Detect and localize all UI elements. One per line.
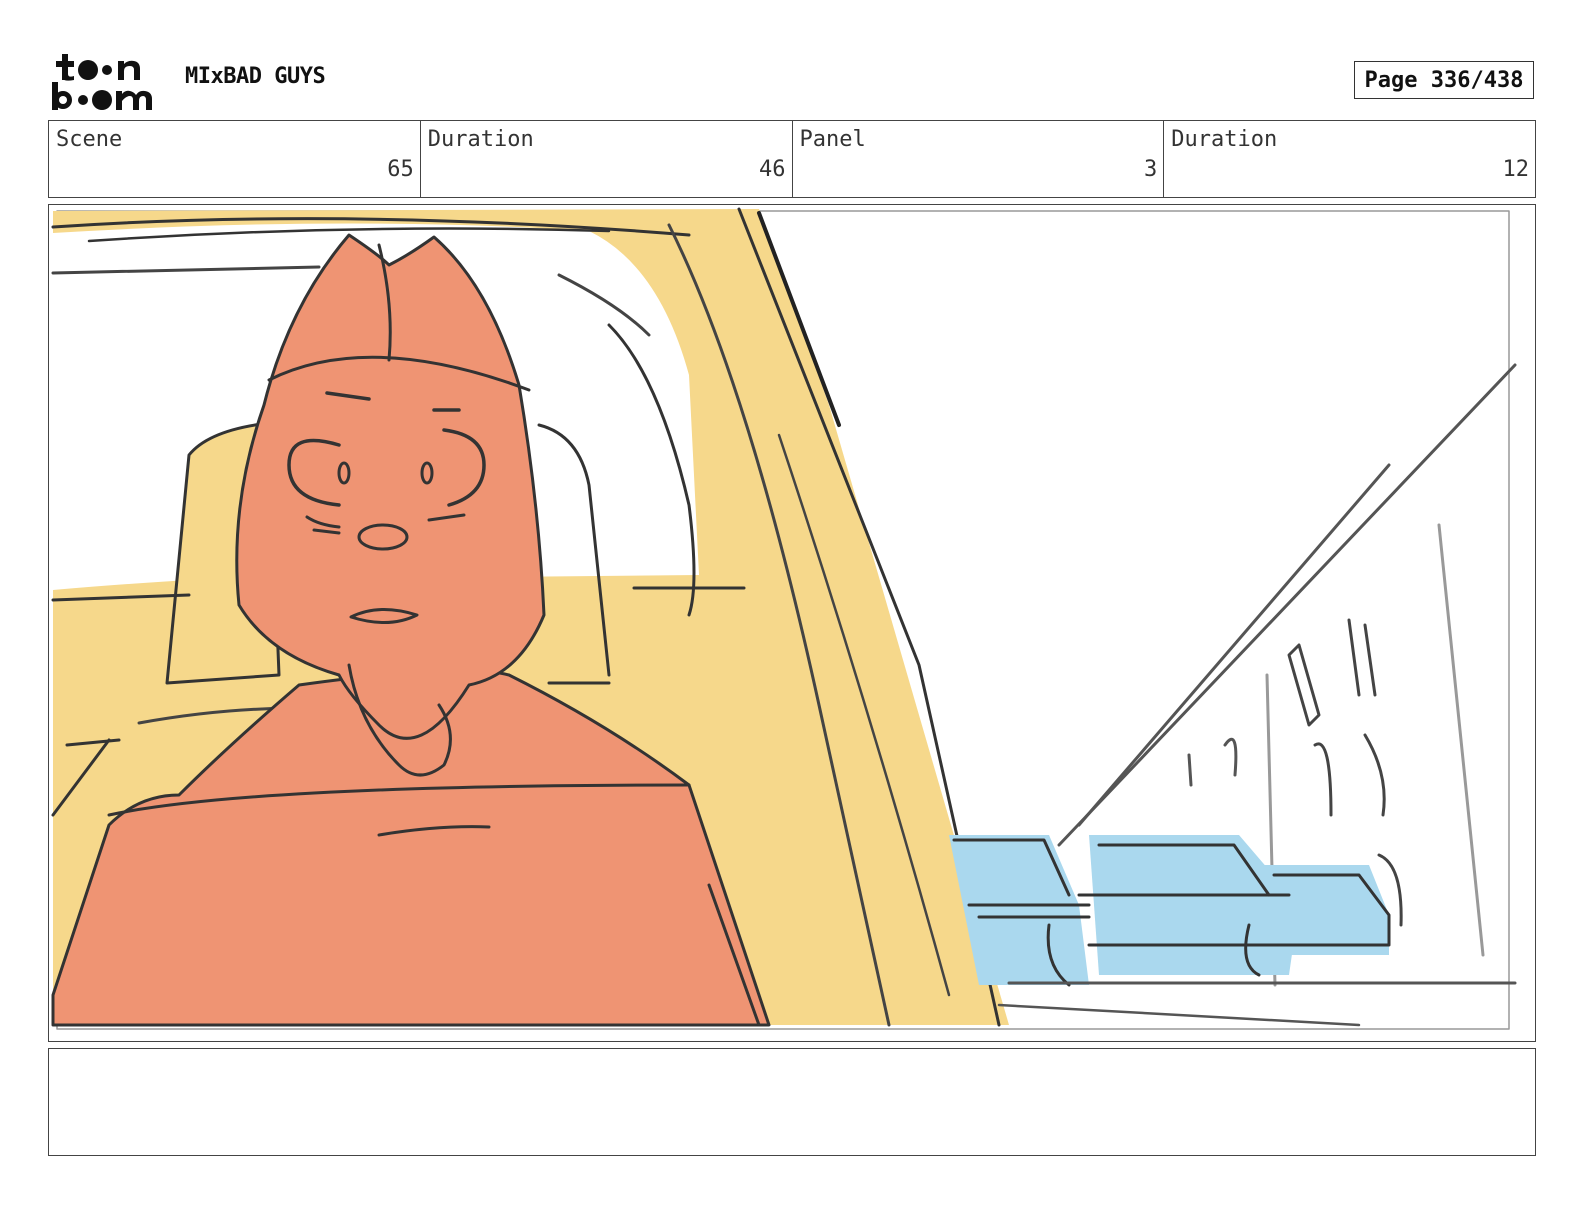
panel-notes-box: [48, 1048, 1536, 1156]
car-fill-3: [1259, 865, 1389, 955]
scene-duration-value: 46: [759, 157, 786, 182]
panel-value: 3: [1144, 157, 1158, 182]
car-fill-2: [1089, 835, 1299, 975]
scene-value: 65: [387, 157, 414, 182]
toon-boom-logo: [52, 52, 164, 112]
storyboard-info-row: Scene 65 Duration 46 Panel 3 Duration 12: [48, 120, 1536, 198]
project-title: MIxBAD GUYS: [185, 64, 326, 89]
panel-cell: Panel 3: [793, 121, 1165, 197]
panel-sketch: [51, 207, 1517, 1030]
panel-label: Panel: [799, 127, 866, 152]
page-number: Page 336/438: [1354, 61, 1534, 99]
panel-duration-cell: Duration 12: [1164, 121, 1535, 197]
scene-duration-label: Duration: [427, 127, 534, 152]
logo-graphic: [52, 54, 152, 110]
scene-duration-cell: Duration 46: [421, 121, 793, 197]
scene-cell: Scene 65: [49, 121, 421, 197]
panel-duration-value: 12: [1502, 157, 1530, 182]
panel-duration-label: Duration: [1171, 127, 1278, 152]
scene-label: Scene: [56, 127, 123, 152]
storyboard-panel: [48, 204, 1536, 1042]
